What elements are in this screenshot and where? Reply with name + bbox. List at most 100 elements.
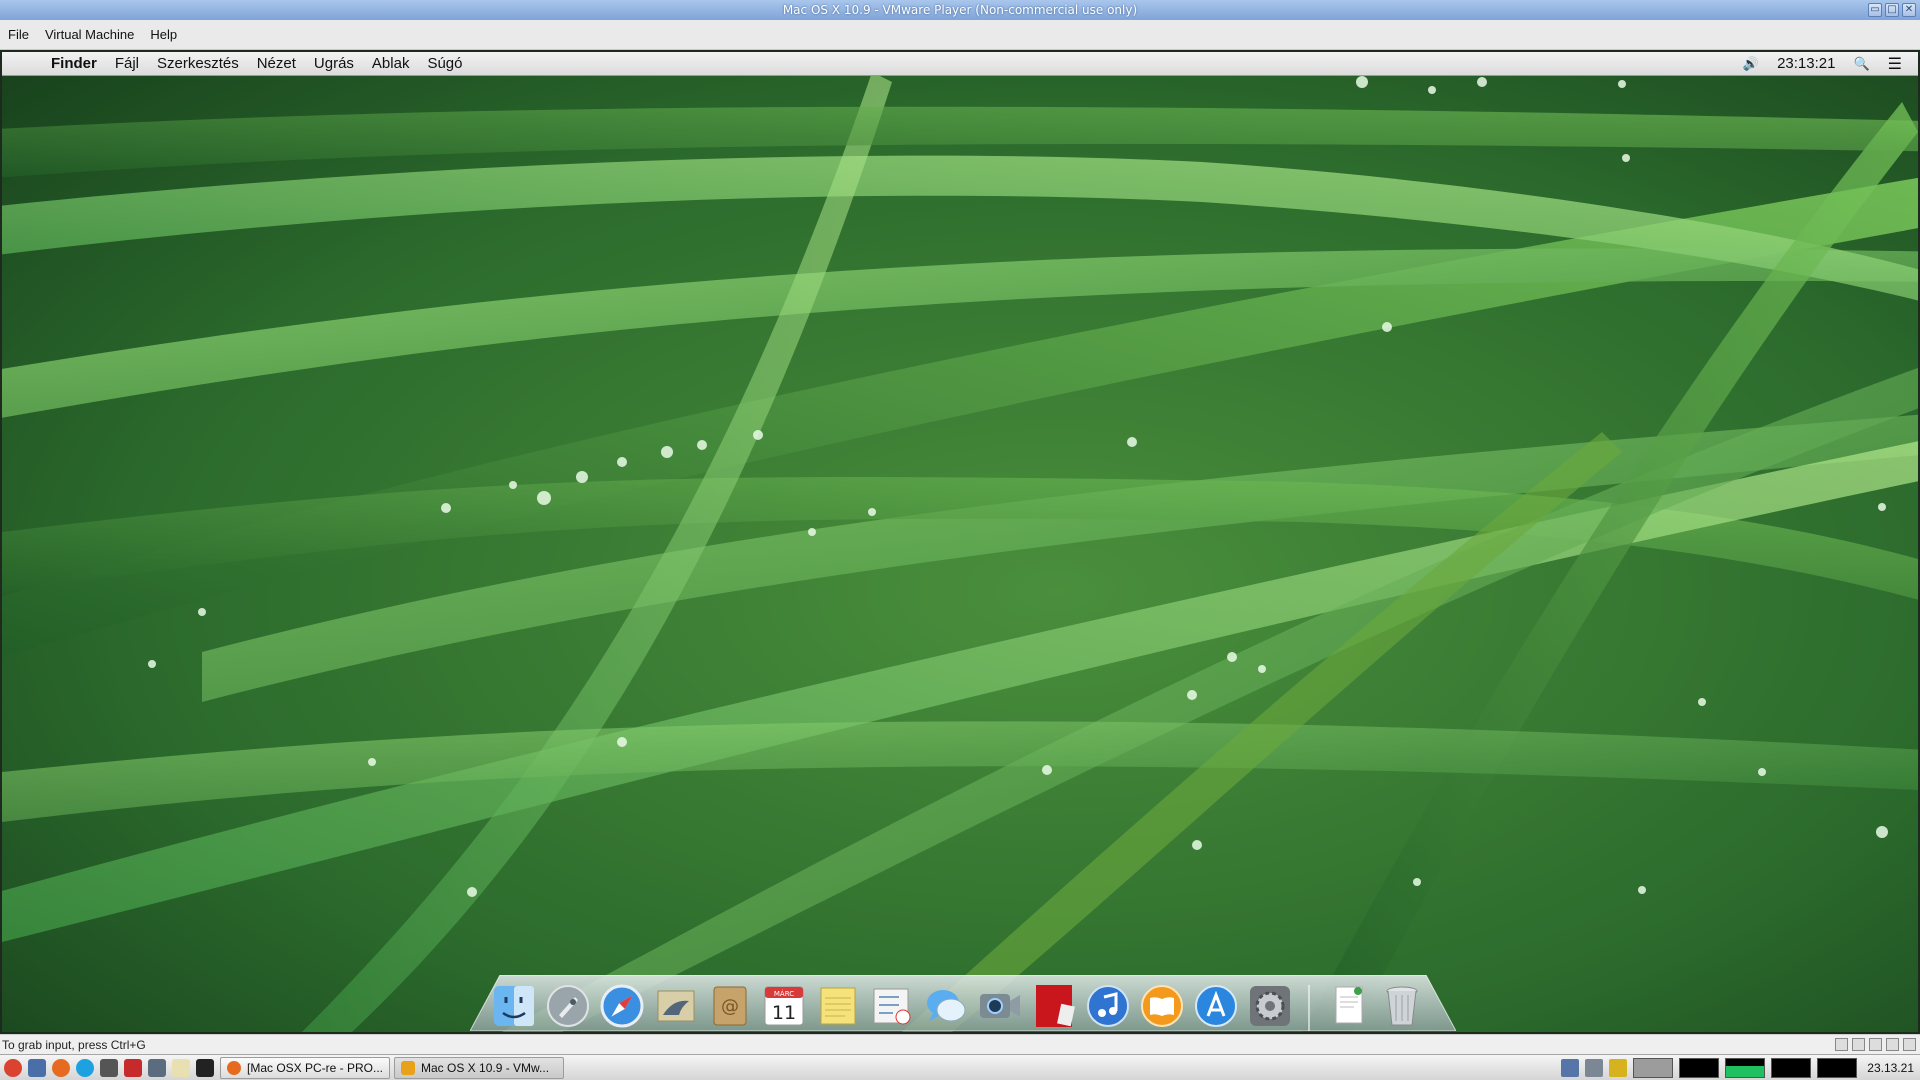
desktop-icon bbox=[28, 1058, 46, 1077]
dock-item-launchpad[interactable] bbox=[544, 981, 592, 1031]
volume-icon[interactable] bbox=[1585, 1058, 1604, 1077]
dock-item-notes[interactable] bbox=[814, 981, 862, 1031]
vm-statusbar: To grab input, press Ctrl+G bbox=[0, 1034, 1920, 1054]
task-browser-window[interactable]: [Mac OSX PC-re - PRO... bbox=[220, 1056, 390, 1079]
maximize-button[interactable]: □ bbox=[1885, 3, 1899, 17]
dock-item-documents[interactable] bbox=[1324, 981, 1372, 1031]
safari-icon bbox=[600, 984, 644, 1028]
launcher-firefox[interactable] bbox=[50, 1057, 72, 1079]
reminders-icon bbox=[873, 988, 911, 1025]
update-icon[interactable] bbox=[1609, 1058, 1628, 1077]
dock: @ MÁRC 11 bbox=[490, 967, 1426, 1031]
menu-ugras[interactable]: Ugrás bbox=[305, 55, 363, 72]
firefox-icon bbox=[227, 1060, 241, 1075]
calendar-icon: MÁRC 11 bbox=[764, 986, 804, 1026]
app-store-icon bbox=[1195, 985, 1237, 1027]
launcher-terminal[interactable] bbox=[194, 1057, 216, 1079]
photo-booth-icon bbox=[1036, 985, 1075, 1027]
menu-sugo[interactable]: Súgó bbox=[418, 55, 471, 72]
launchpad-icon bbox=[547, 985, 589, 1027]
document-stack-icon bbox=[1335, 986, 1363, 1024]
vm-menu-help[interactable]: Help bbox=[142, 27, 185, 42]
vm-window-title: Mac OS X 10.9 - VMware Player (Non-comme… bbox=[782, 3, 1138, 17]
guest-screen[interactable]: Finder Fájl Szerkesztés Nézet Ugrás Abla… bbox=[2, 52, 1918, 1032]
dock-item-system-preferences[interactable] bbox=[1246, 981, 1294, 1031]
dock-item-mail[interactable] bbox=[652, 981, 700, 1031]
menu-szerkesztes[interactable]: Szerkesztés bbox=[148, 55, 248, 72]
task-label: Mac OS X 10.9 - VMw... bbox=[421, 1060, 550, 1075]
desktop-wallpaper bbox=[2, 52, 1918, 1032]
dock-item-photo-booth[interactable] bbox=[1030, 981, 1078, 1031]
menu-fajl[interactable]: Fájl bbox=[106, 55, 148, 72]
keyboard-icon bbox=[148, 1058, 166, 1077]
vm-menubar: File Virtual Machine Help bbox=[0, 20, 1920, 50]
dock-item-ibooks[interactable] bbox=[1138, 981, 1186, 1031]
dock-item-contacts[interactable]: @ bbox=[706, 981, 754, 1031]
menu-nezet[interactable]: Nézet bbox=[248, 55, 305, 72]
dock-item-itunes[interactable] bbox=[1084, 981, 1132, 1031]
dock-item-messages[interactable] bbox=[922, 981, 970, 1031]
launcher-skype[interactable] bbox=[74, 1057, 96, 1079]
launcher-menu[interactable] bbox=[2, 1057, 24, 1079]
dock-item-calendar[interactable]: MÁRC 11 bbox=[760, 981, 808, 1031]
host-taskbar: [Mac OSX PC-re - PRO... Mac OS X 10.9 - … bbox=[0, 1054, 1920, 1080]
vmware-icon bbox=[401, 1060, 415, 1075]
memory-monitor[interactable] bbox=[1679, 1057, 1720, 1078]
launcher-calculator[interactable] bbox=[98, 1057, 120, 1079]
notes-icon bbox=[820, 987, 856, 1025]
minimize-button[interactable]: ▭ bbox=[1868, 3, 1882, 17]
launcher-desktop[interactable] bbox=[26, 1057, 48, 1079]
app-icon bbox=[124, 1058, 142, 1077]
volume-icon[interactable]: 🔊 bbox=[1743, 56, 1759, 72]
system-preferences-icon bbox=[1250, 986, 1290, 1026]
dock-item-finder[interactable] bbox=[490, 981, 538, 1031]
system-tray: 23.13.21 bbox=[1561, 1057, 1920, 1078]
text-editor-icon bbox=[172, 1058, 190, 1077]
launcher-keyboard[interactable] bbox=[146, 1057, 168, 1079]
firefox-icon bbox=[52, 1058, 70, 1077]
vm-cd-icon[interactable] bbox=[1852, 1038, 1865, 1051]
facetime-icon bbox=[980, 994, 1020, 1018]
task-label: [Mac OSX PC-re - PRO... bbox=[247, 1060, 384, 1075]
dock-item-facetime[interactable] bbox=[976, 981, 1024, 1031]
vm-device-icons bbox=[1835, 1038, 1916, 1051]
notification-center-icon[interactable]: ☰ bbox=[1888, 54, 1902, 74]
launcher-editor[interactable] bbox=[170, 1057, 192, 1079]
calendar-day: 11 bbox=[772, 1002, 796, 1024]
vm-menu-virtual-machine[interactable]: Virtual Machine bbox=[37, 27, 142, 42]
disk-monitor[interactable] bbox=[1771, 1057, 1812, 1078]
vm-usb-icon[interactable] bbox=[1886, 1038, 1899, 1051]
dock-item-reminders[interactable] bbox=[868, 981, 916, 1031]
dock-separator bbox=[1308, 985, 1310, 1031]
network-icon[interactable] bbox=[1561, 1058, 1580, 1077]
menu-icon bbox=[4, 1058, 22, 1077]
mac-menubar: Finder Fájl Szerkesztés Nézet Ugrás Abla… bbox=[2, 52, 1918, 76]
calendar-month: MÁRC bbox=[774, 989, 794, 998]
dock-item-trash[interactable] bbox=[1378, 981, 1426, 1031]
menu-app-finder[interactable]: Finder bbox=[42, 55, 106, 72]
contacts-icon: @ bbox=[713, 986, 747, 1026]
task-vmware-window[interactable]: Mac OS X 10.9 - VMw... bbox=[394, 1056, 564, 1079]
vm-sound-icon[interactable] bbox=[1903, 1038, 1916, 1051]
swap-monitor[interactable] bbox=[1817, 1057, 1858, 1078]
finder-icon bbox=[494, 986, 534, 1026]
menubar-clock[interactable]: 23:13:21 bbox=[1777, 55, 1835, 72]
taskbar-clock[interactable]: 23.13.21 bbox=[1867, 1061, 1914, 1075]
vm-menu-file[interactable]: File bbox=[0, 27, 37, 42]
menu-ablak[interactable]: Ablak bbox=[363, 55, 419, 72]
cpu-monitor[interactable] bbox=[1633, 1057, 1674, 1078]
network-monitor[interactable] bbox=[1725, 1057, 1766, 1078]
mail-icon bbox=[657, 990, 695, 1022]
launcher-app[interactable] bbox=[122, 1057, 144, 1079]
messages-icon bbox=[927, 990, 966, 1022]
spotlight-search-icon[interactable]: 🔍 bbox=[1853, 56, 1869, 72]
dock-item-app-store[interactable] bbox=[1192, 981, 1240, 1031]
grab-input-hint: To grab input, press Ctrl+G bbox=[2, 1038, 146, 1052]
vm-window-titlebar[interactable]: Mac OS X 10.9 - VMware Player (Non-comme… bbox=[0, 0, 1920, 20]
ibooks-icon bbox=[1141, 985, 1183, 1027]
dock-item-safari[interactable] bbox=[598, 981, 646, 1031]
vm-hdd-icon[interactable] bbox=[1835, 1038, 1848, 1051]
close-button[interactable]: ✕ bbox=[1902, 3, 1916, 17]
calculator-icon bbox=[100, 1058, 118, 1077]
vm-network-icon[interactable] bbox=[1869, 1038, 1882, 1051]
